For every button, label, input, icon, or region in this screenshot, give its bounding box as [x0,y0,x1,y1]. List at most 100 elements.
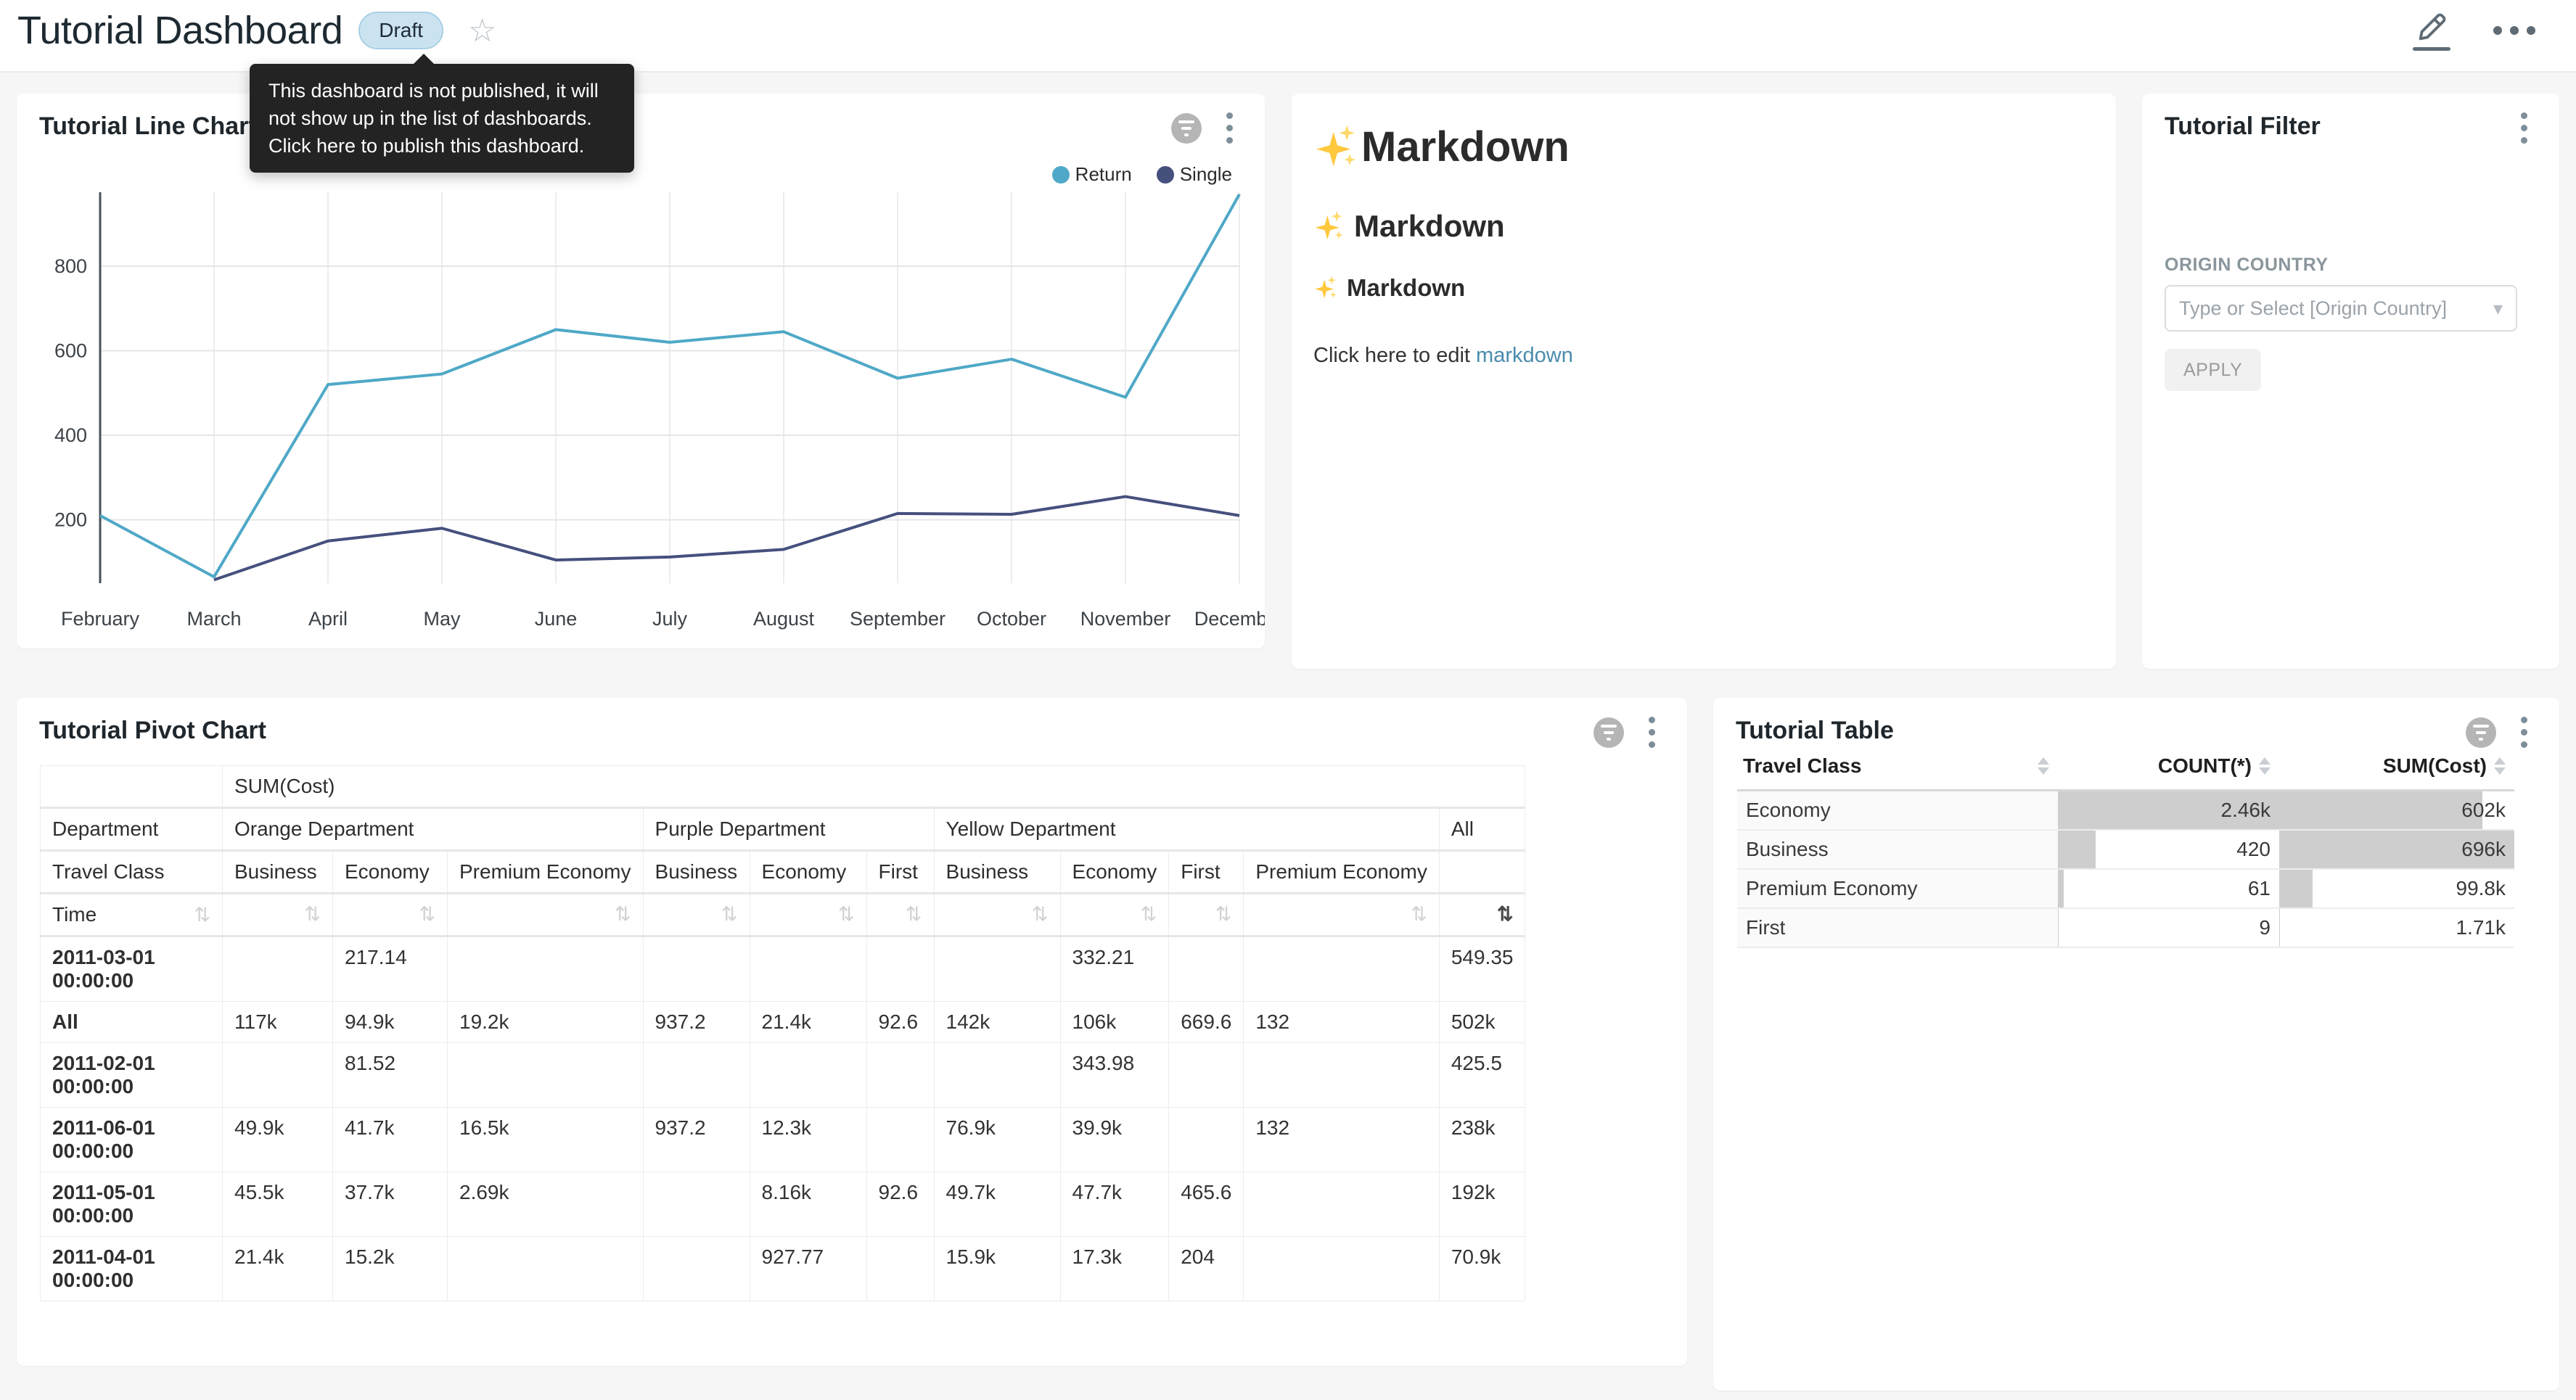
sort-icon[interactable]: ⇅ [1141,903,1157,926]
filter-indicator-icon[interactable] [2466,717,2496,748]
filter-card-options-button[interactable] [2518,110,2530,147]
pivot-leaf-header[interactable]: Business [643,851,750,894]
sort-icon[interactable]: ⇅ [1032,903,1049,926]
origin-country-select[interactable]: Type or Select [Origin Country] ▾ [2165,285,2517,332]
edit-dashboard-button[interactable] [2411,11,2453,51]
sum-cell: 696k [2279,830,2514,869]
sort-icon[interactable]: ⇅ [304,903,321,926]
y-axis-tick: 800 [54,255,87,277]
pivot-value-cell: 142k [934,1002,1060,1043]
sort-icon[interactable]: ⇅ [194,904,210,926]
pivot-leaf-header[interactable]: Economy [333,851,448,894]
pivot-leaf-header[interactable]: Economy [750,851,866,894]
pivot-value-cell: 8.16k [750,1172,866,1237]
pivot-value-cell [643,1172,750,1237]
pivot-leaf-header[interactable]: Economy [1060,851,1169,894]
column-header-count-[interactable]: COUNT(*) [2058,754,2279,791]
value-bar [2058,870,2064,907]
travel-class-cell: Business [1737,830,2058,869]
pivot-value-cell: 15.9k [934,1237,1060,1301]
sort-carets-icon [2038,757,2049,775]
pivot-value-cell [448,1237,644,1301]
sort-icon[interactable]: ⇅ [1411,903,1427,926]
unpublished-tooltip[interactable]: This dashboard is not published, it will… [250,64,634,173]
header-actions [2411,11,2535,51]
pivot-value-cell: 92.6 [866,1002,934,1043]
pivot-table: SUM(Cost)DepartmentOrange DepartmentPurp… [40,765,1525,1301]
line-chart-canvas[interactable]: 200400600800FebruaryMarchAprilMayJuneJul… [17,94,1265,648]
pivot-value-cell [223,1043,333,1108]
pivot-value-cell: 117k [223,1002,333,1043]
series-line-single[interactable] [214,497,1239,580]
origin-country-label: ORIGIN COUNTRY [2165,255,2329,276]
pivot-value-cell: 332.21 [1060,936,1169,1002]
count-cell: 61 [2058,869,2279,908]
pivot-leaf-header[interactable] [1439,851,1525,894]
x-axis-tick: August [753,608,815,630]
pivot-value-cell [1244,936,1440,1002]
pivot-group-header[interactable]: Yellow Department [934,808,1439,851]
x-axis-tick: May [423,608,461,630]
pivot-row-dim-header: Department [41,808,223,851]
favorite-star-icon[interactable]: ☆ [468,12,496,49]
pivot-sort-cell: ⇅ [1060,894,1169,936]
table-row: Premium Economy6199.8k [1737,869,2514,908]
x-axis-tick: September [850,608,946,630]
kebab-menu-icon [2521,112,2527,119]
pivot-value-cell [866,1108,934,1172]
pivot-corner-cell [41,766,223,808]
pivot-value-cell [223,936,333,1002]
pivot-group-header[interactable]: Purple Department [643,808,934,851]
sort-icon[interactable]: ⇅ [419,903,435,926]
value-bar [2279,870,2313,907]
apply-button[interactable]: APPLY [2165,349,2261,391]
table-card-actions [2466,714,2530,751]
pivot-leaf-header[interactable]: Business [934,851,1060,894]
pivot-value-cell: 37.7k [333,1172,448,1237]
draft-badge[interactable]: Draft [358,12,443,49]
sort-icon[interactable]: ⇅ [721,903,738,926]
pivot-row: 2011-05-01 00:00:0045.5k37.7k2.69k8.16k9… [41,1172,1525,1237]
markdown-card[interactable]: Markdown Markdown Markdown Click here to [1292,94,2116,669]
pivot-group-header[interactable]: All [1439,808,1525,851]
column-header-sum-cost-[interactable]: SUM(Cost) [2279,754,2514,791]
pencil-icon [2415,11,2448,44]
pivot-leaf-header[interactable]: First [1169,851,1244,894]
value-bar [2058,831,2096,868]
markdown-edit-link[interactable]: markdown [1476,344,1573,367]
value-bar [2279,909,2280,947]
x-axis-tick: June [535,608,578,630]
sort-icon[interactable]: ⇅ [838,903,855,926]
column-header-travel-class[interactable]: Travel Class [1737,754,2058,791]
markdown-paragraph: Click here to edit markdown [1313,344,2094,368]
sort-icon[interactable]: ⇅ [615,903,631,926]
sort-icon[interactable]: ⇅ [906,903,922,926]
table-card-options-button[interactable] [2518,714,2530,751]
pivot-sort-cell: ⇅ [1439,894,1525,936]
pivot-value-cell: 81.52 [333,1043,448,1108]
pivot-value-cell: 45.5k [223,1172,333,1237]
sort-descending-icon[interactable]: ⇅ [1497,903,1514,926]
pivot-value-cell: 76.9k [934,1108,1060,1172]
markdown-heading-3: Markdown [1313,274,2094,302]
pivot-value-cell: 16.5k [448,1108,644,1172]
table-card: Tutorial Table Travel ClassCOUNT(*)SUM(C… [1713,698,2559,1391]
sort-icon[interactable]: ⇅ [1215,903,1232,926]
pivot-leaf-header[interactable]: Premium Economy [448,851,644,894]
pivot-value-cell: 937.2 [643,1108,750,1172]
pivot-leaf-header[interactable]: Premium Economy [1244,851,1440,894]
pivot-value-cell [866,936,934,1002]
filter-indicator-icon[interactable] [1593,717,1624,748]
pivot-leaf-header[interactable]: First [866,851,934,894]
pivot-value-cell [934,936,1060,1002]
count-cell: 2.46k [2058,791,2279,830]
pivot-value-cell: 937.2 [643,1002,750,1043]
more-actions-button[interactable] [2493,26,2535,35]
column-label: Travel Class [1743,754,1861,778]
pivot-leaf-header[interactable]: Business [223,851,333,894]
pivot-group-header[interactable]: Orange Department [223,808,644,851]
pivot-value-cell [643,1237,750,1301]
sum-cell: 602k [2279,791,2514,830]
pivot-chart-options-button[interactable] [1646,714,1658,751]
pivot-sort-cell: ⇅ [448,894,644,936]
